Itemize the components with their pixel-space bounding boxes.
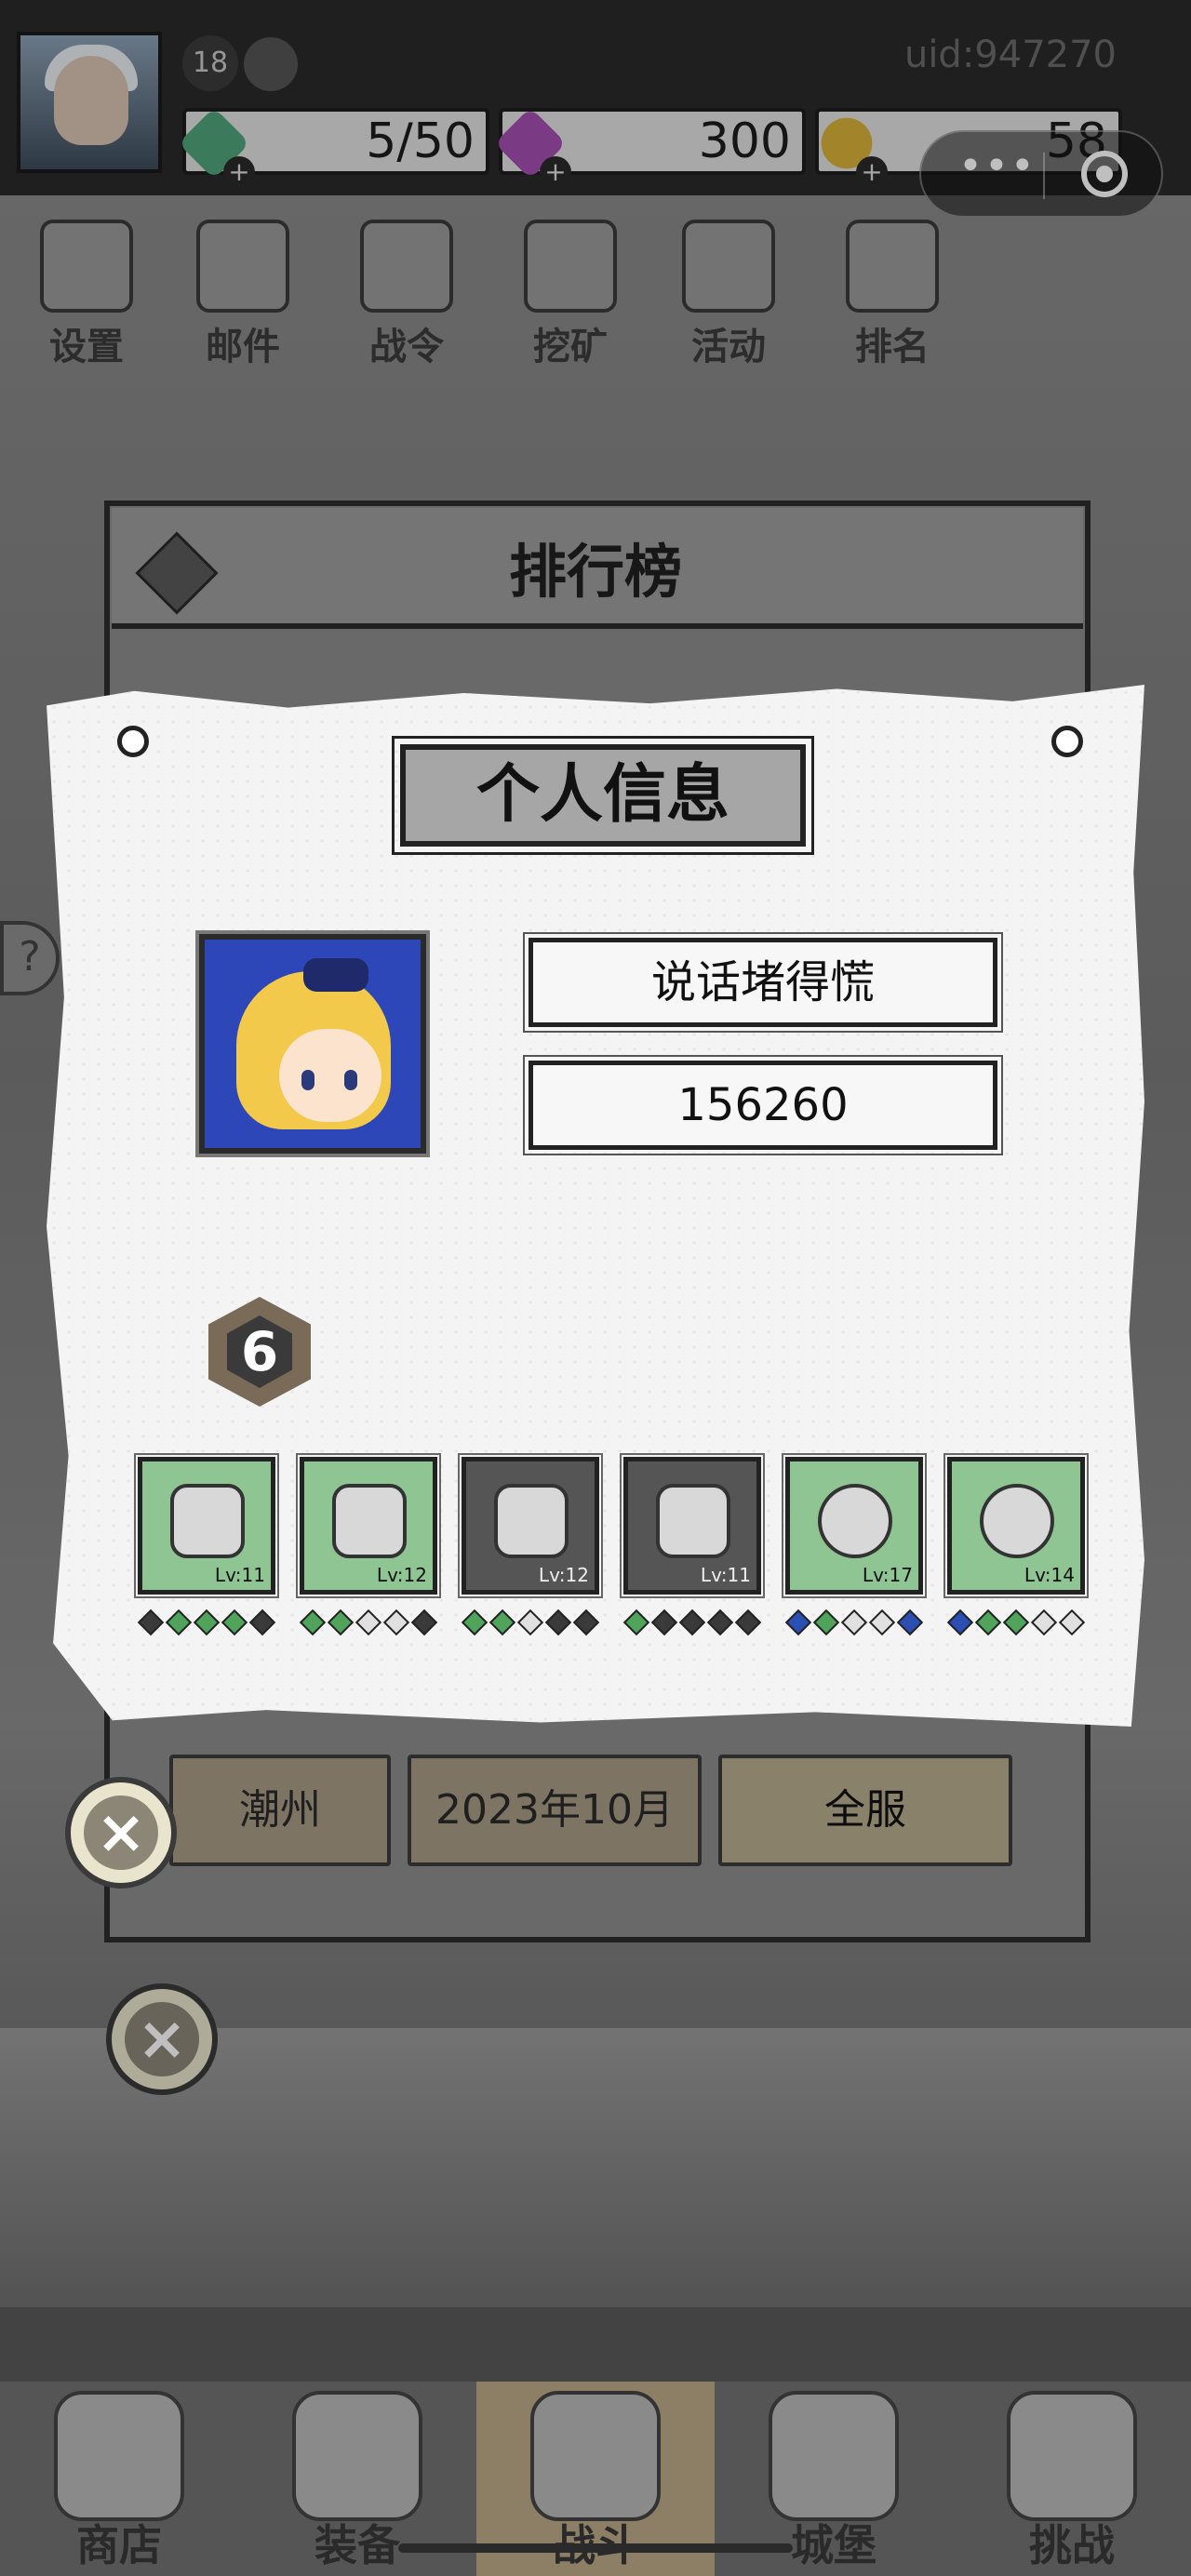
player-portrait: [195, 930, 430, 1157]
star-gem: [410, 1608, 438, 1636]
equip-helmet[interactable]: Lv:11: [134, 1453, 279, 1598]
card-title: 个人信息: [475, 758, 729, 832]
nav-label: 挑战: [1029, 2520, 1115, 2570]
nav-challenge[interactable]: 挑战: [953, 2382, 1191, 2576]
equip-level: Lv:11: [214, 1564, 265, 1586]
star-gem: [1058, 1608, 1086, 1636]
portrait-eye: [301, 1070, 314, 1090]
equip-stars: [946, 1608, 1086, 1637]
star-gem: [896, 1608, 924, 1636]
crossed-swords-icon: [530, 2391, 661, 2521]
player-name-field: 说话堵得慌: [523, 932, 1003, 1033]
necklace-icon: [980, 1484, 1054, 1558]
equip-level: Lv:12: [538, 1564, 589, 1586]
star-gem: [461, 1608, 488, 1636]
shop-icon: [54, 2391, 184, 2521]
nav-label: 战斗: [476, 2512, 715, 2573]
portrait-eye: [344, 1070, 357, 1090]
equip-ring[interactable]: Lv:17: [782, 1453, 927, 1598]
rank-badge: 6: [199, 1291, 320, 1412]
equip-stars: [784, 1608, 924, 1637]
player-power-field: 156260: [523, 1055, 1003, 1155]
equip-stars: [137, 1608, 276, 1637]
pin-left: [117, 726, 149, 757]
star-gem: [165, 1608, 193, 1636]
star-gem: [248, 1608, 276, 1636]
star-gem: [572, 1608, 600, 1636]
star-gem: [706, 1608, 734, 1636]
nav-label: 商店: [76, 2520, 162, 2570]
rank-level: 6: [240, 1320, 279, 1383]
pin-right: [1051, 726, 1083, 757]
equip-level: Lv:11: [700, 1564, 751, 1586]
portrait-face: [279, 1029, 381, 1122]
armor-icon: [332, 1484, 407, 1558]
equip-level: Lv:17: [862, 1564, 913, 1586]
star-gem: [868, 1608, 896, 1636]
weapon-icon: [656, 1484, 730, 1558]
star-gem: [678, 1608, 706, 1636]
close-icon: ×: [84, 1795, 158, 1870]
star-gem: [193, 1608, 221, 1636]
star-gem: [327, 1608, 355, 1636]
star-gem: [622, 1608, 650, 1636]
star-gem: [516, 1608, 544, 1636]
castle-icon: [769, 2391, 899, 2521]
equip-weapon[interactable]: Lv:11: [620, 1453, 765, 1598]
nav-label: 城堡: [791, 2520, 877, 2570]
star-gem: [1002, 1608, 1030, 1636]
equip-necklace[interactable]: Lv:14: [943, 1453, 1089, 1598]
helmet-icon: [170, 1484, 245, 1558]
shield-icon: [1007, 2391, 1137, 2521]
boots-icon: [494, 1484, 569, 1558]
equip-armor[interactable]: Lv:12: [296, 1453, 441, 1598]
equip-level: Lv:12: [376, 1564, 427, 1586]
star-gem: [784, 1608, 812, 1636]
equip-stars: [299, 1608, 438, 1637]
nav-shop[interactable]: 商店: [0, 2382, 238, 2576]
star-gem: [382, 1608, 410, 1636]
equip-boots[interactable]: Lv:12: [458, 1453, 603, 1598]
star-gem: [355, 1608, 382, 1636]
backpack-icon: [292, 2391, 422, 2521]
star-gem: [488, 1608, 516, 1636]
star-gem: [137, 1608, 165, 1636]
star-gem: [974, 1608, 1002, 1636]
equip-stars: [622, 1608, 762, 1637]
equip-level: Lv:14: [1024, 1564, 1075, 1586]
star-gem: [650, 1608, 678, 1636]
nav-label: 装备: [314, 2520, 400, 2570]
star-gem: [1030, 1608, 1058, 1636]
star-gem: [299, 1608, 327, 1636]
portrait-bow: [303, 958, 368, 992]
star-gem: [840, 1608, 868, 1636]
home-indicator: [398, 2543, 793, 2553]
close-card-button[interactable]: ×: [65, 1777, 177, 1889]
star-gem: [812, 1608, 840, 1636]
star-gem: [221, 1608, 248, 1636]
ring-icon: [818, 1484, 892, 1558]
equip-stars: [461, 1608, 600, 1637]
star-gem: [946, 1608, 974, 1636]
star-gem: [544, 1608, 572, 1636]
star-gem: [734, 1608, 762, 1636]
